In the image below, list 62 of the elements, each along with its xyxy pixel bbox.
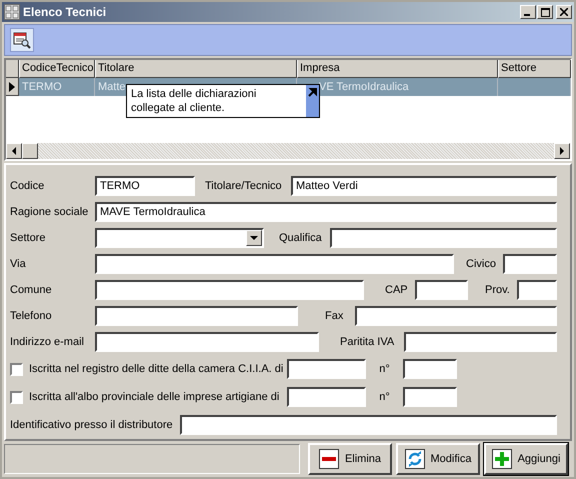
text-field[interactable]: [517, 280, 557, 300]
field-label: Comune: [10, 284, 53, 296]
text-field[interactable]: [355, 306, 557, 326]
field-label: Identificativo presso il distributore: [10, 419, 174, 431]
text-field[interactable]: [287, 387, 366, 407]
add-button[interactable]: Aggiungi: [484, 443, 568, 475]
search-list-button[interactable]: [10, 28, 34, 52]
table-cell: TERMO: [19, 78, 95, 96]
number-field[interactable]: [403, 387, 457, 407]
refresh-icon: [404, 449, 425, 469]
number-field[interactable]: [403, 359, 457, 379]
dropdown-field[interactable]: [95, 228, 264, 248]
field-label: CAP: [385, 284, 409, 296]
text-field[interactable]: [415, 280, 468, 300]
field-label: Paritita IVA: [340, 336, 396, 348]
field-label: Titolare/Tecnico: [205, 180, 283, 192]
app-icon: [4, 4, 20, 20]
maximize-icon: [540, 8, 550, 16]
window-title: Elenco Tecnici: [23, 5, 108, 19]
scroll-thumb[interactable]: [22, 143, 38, 159]
field-label: Via: [10, 258, 27, 270]
row-pointer-icon: [9, 82, 15, 92]
field-label: n°: [378, 391, 391, 403]
field-label: Ragione sociale: [10, 206, 90, 218]
field-label: Prov.: [485, 284, 511, 296]
arrow-icon: [308, 88, 317, 97]
text-field[interactable]: [95, 306, 298, 326]
checkbox[interactable]: [10, 362, 23, 376]
field-label: Codice: [10, 180, 46, 192]
delete-button[interactable]: Elimina: [308, 443, 392, 475]
checkbox-label: Iscritta nel registro delle ditte della camera C.I.I.A. di: [29, 363, 284, 375]
text-field[interactable]: [287, 359, 366, 379]
close-button[interactable]: [556, 5, 572, 19]
minus-icon: [318, 449, 339, 469]
edit-button[interactable]: Modifica: [396, 443, 480, 475]
checkbox-label: Iscritta all'albo provinciale delle imprese artigiane di: [29, 391, 280, 403]
text-field[interactable]: [95, 332, 319, 352]
field-label: Settore: [10, 232, 46, 244]
checkbox[interactable]: [10, 390, 23, 404]
text-field[interactable]: [503, 254, 557, 274]
text-field[interactable]: [180, 415, 557, 435]
caret-icon: [250, 236, 258, 240]
field-label: Indirizzo e-mail: [10, 336, 85, 348]
plus-icon: [492, 449, 512, 469]
right-arrow-icon: [559, 147, 565, 155]
text-field[interactable]: [95, 280, 364, 300]
text-field[interactable]: TERMO: [95, 176, 195, 196]
field-label: Telefono: [10, 310, 53, 322]
field-label: Qualifica: [279, 232, 323, 244]
row-header[interactable]: [6, 78, 19, 96]
field-label: n°: [378, 363, 391, 375]
text-field[interactable]: Matteo Verdi: [291, 176, 557, 196]
left-arrow-icon: [11, 147, 17, 155]
text-field[interactable]: [404, 332, 557, 352]
text-field[interactable]: MAVE TermoIdraulica: [95, 202, 557, 222]
maximize-button[interactable]: [537, 5, 553, 19]
minimize-button[interactable]: [520, 5, 536, 19]
field-label: Civico: [466, 258, 497, 270]
text-field[interactable]: [330, 228, 557, 248]
text-field[interactable]: [95, 254, 454, 274]
close-icon: [560, 8, 568, 16]
field-label: Fax: [325, 310, 344, 322]
